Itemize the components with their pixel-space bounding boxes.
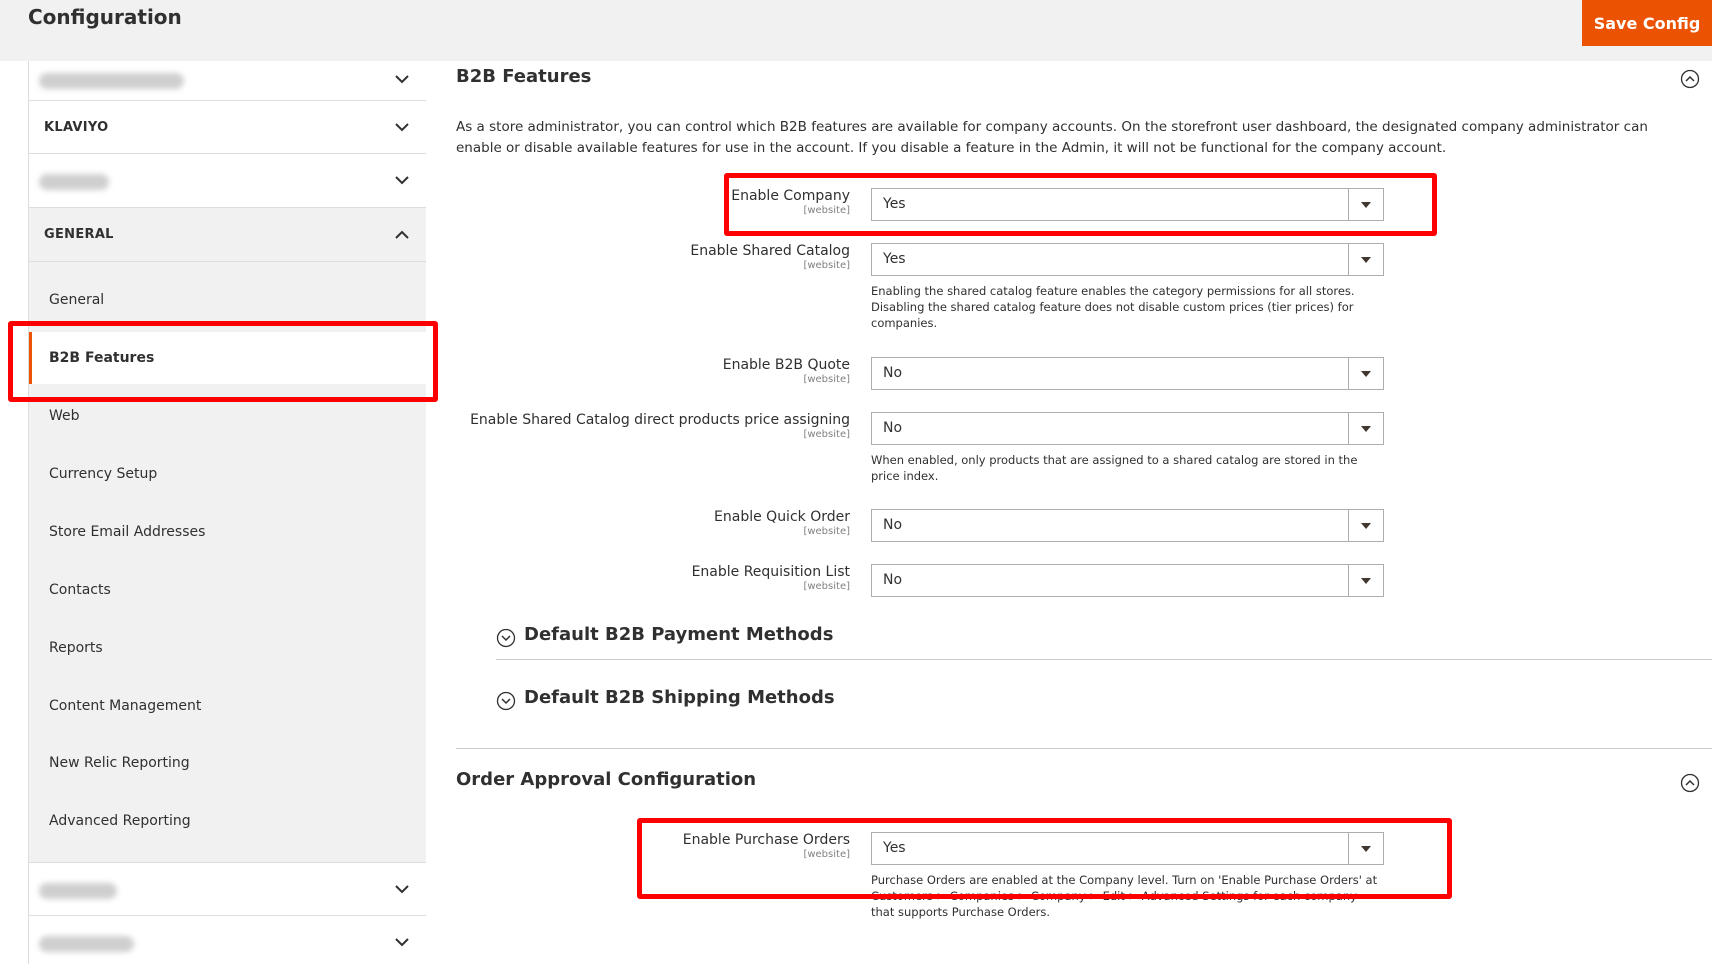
divider	[496, 659, 1712, 660]
sidebar-item-advanced-reporting[interactable]: Advanced Reporting	[29, 795, 426, 847]
general-items-panel: General B2B Features Web Currency Setup …	[29, 262, 426, 863]
sidebar-section-label: KLAVIYO	[44, 120, 109, 135]
field-label: Enable Shared Catalog direct products pr…	[470, 412, 850, 428]
enable-shared-catalog-select[interactable]: Yes	[871, 243, 1384, 276]
field-scope: [website]	[803, 374, 850, 385]
blurred-label	[39, 883, 117, 899]
sidebar-item-store-email-addresses[interactable]: Store Email Addresses	[29, 506, 426, 558]
field-label: Enable Shared Catalog	[690, 243, 850, 259]
shared-catalog-direct-price-select[interactable]: No	[871, 412, 1384, 445]
default-b2b-payment-methods-group[interactable]: Default B2B Payment Methods	[496, 616, 1712, 678]
subgroup-title: Default B2B Shipping Methods	[524, 687, 835, 708]
field-scope: [website]	[803, 260, 850, 271]
field-label: Enable Purchase Orders	[682, 832, 850, 848]
page-header: Configuration Save Config	[0, 0, 1712, 61]
sidebar-section-blurred-4[interactable]	[29, 916, 426, 964]
blurred-label	[39, 936, 134, 952]
default-b2b-shipping-methods-group[interactable]: Default B2B Shipping Methods	[496, 679, 1712, 741]
sidebar-item-reports[interactable]: Reports	[29, 622, 426, 674]
page-title: Configuration	[28, 5, 182, 29]
dropdown-arrow-icon	[1348, 189, 1383, 220]
sidebar-item-content-management[interactable]: Content Management	[29, 680, 426, 732]
chevron-down-icon	[395, 938, 409, 947]
save-config-button[interactable]: Save Config	[1582, 0, 1712, 46]
expand-down-icon	[496, 628, 516, 648]
enable-b2b-quote-select[interactable]: No	[871, 357, 1384, 390]
blurred-label	[39, 174, 109, 190]
dropdown-arrow-icon	[1348, 358, 1383, 389]
chevron-down-icon	[395, 75, 409, 84]
field-label: Enable B2B Quote	[722, 357, 850, 373]
field-label: Enable Company	[731, 188, 850, 204]
collapse-up-icon[interactable]	[1680, 69, 1700, 89]
sidebar-item-b2b-features[interactable]: B2B Features	[29, 332, 426, 384]
blurred-label	[39, 73, 184, 89]
field-scope: [website]	[803, 581, 850, 592]
sidebar-item-new-relic-reporting[interactable]: New Relic Reporting	[29, 737, 426, 789]
subgroup-title: Default B2B Payment Methods	[524, 624, 834, 645]
divider	[456, 748, 1712, 749]
chevron-down-icon	[395, 885, 409, 894]
chevron-down-icon	[395, 176, 409, 185]
dropdown-arrow-icon	[1348, 244, 1383, 275]
field-scope: [website]	[803, 526, 850, 537]
chevron-down-icon	[395, 123, 409, 132]
enable-quick-order-select[interactable]: No	[871, 509, 1384, 542]
dropdown-arrow-icon	[1348, 833, 1383, 864]
field-scope: [website]	[803, 205, 850, 216]
sidebar-section-blurred-3[interactable]	[29, 863, 426, 916]
b2b-intro-text: As a store administrator, you can contro…	[456, 119, 1648, 156]
enable-company-select[interactable]: Yes	[871, 188, 1384, 221]
sidebar-section-label: GENERAL	[44, 227, 114, 242]
config-main: B2B Features As a store administrator, y…	[456, 61, 1712, 964]
enable-requisition-list-select[interactable]: No	[871, 564, 1384, 597]
field-note: Purchase Orders are enabled at the Compa…	[871, 873, 1378, 919]
enable-purchase-orders-select[interactable]: Yes	[871, 832, 1384, 865]
field-label: Enable Quick Order	[714, 509, 850, 525]
sidebar-item-contacts[interactable]: Contacts	[29, 564, 426, 616]
field-label: Enable Requisition List	[691, 564, 850, 580]
collapse-up-icon[interactable]	[1680, 773, 1700, 793]
sidebar-section-blurred-1[interactable]	[29, 61, 426, 101]
field-note: Enabling the shared catalog feature enab…	[871, 284, 1355, 330]
b2b-features-title[interactable]: B2B Features	[456, 66, 591, 87]
expand-down-icon	[496, 691, 516, 711]
field-scope: [website]	[803, 429, 850, 440]
sidebar-section-klaviyo[interactable]: KLAVIYO	[29, 101, 426, 154]
field-scope: [website]	[803, 849, 850, 860]
sidebar-item-general[interactable]: General	[29, 274, 426, 326]
sidebar-section-general[interactable]: GENERAL	[29, 208, 426, 262]
dropdown-arrow-icon	[1348, 565, 1383, 596]
sidebar-section-blurred-2[interactable]	[29, 154, 426, 208]
dropdown-arrow-icon	[1348, 510, 1383, 541]
dropdown-arrow-icon	[1348, 413, 1383, 444]
order-approval-title[interactable]: Order Approval Configuration	[456, 769, 756, 790]
sidebar-item-currency-setup[interactable]: Currency Setup	[29, 448, 426, 500]
field-note: When enabled, only products that are ass…	[871, 453, 1358, 483]
chevron-up-icon	[395, 230, 409, 239]
config-sidebar: KLAVIYO GENERAL General B2B Features Web…	[28, 61, 426, 964]
sidebar-item-web[interactable]: Web	[29, 390, 426, 442]
